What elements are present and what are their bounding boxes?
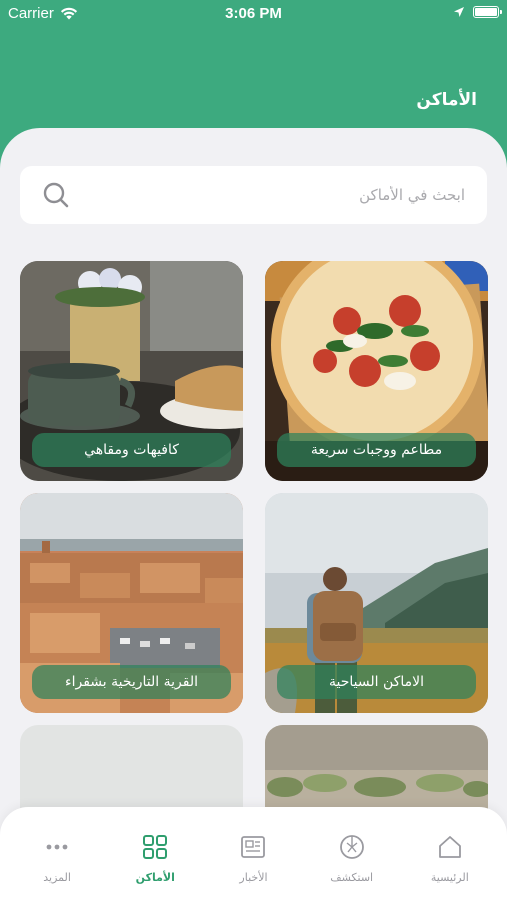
search-input[interactable]: [84, 186, 465, 204]
category-label: مطاعم ووجبات سريعة: [277, 433, 476, 467]
tab-bar: الرئيسية استكشف الأخبار الأماكن المزيد: [0, 807, 507, 900]
explore-icon: [338, 833, 366, 861]
tab-more[interactable]: المزيد: [12, 807, 102, 900]
battery-icon: [473, 6, 502, 18]
main-content: مطاعم ووجبات سريعة كافيهات وم: [0, 128, 507, 900]
tab-places[interactable]: الأماكن: [110, 807, 200, 900]
tab-label: الرئيسية: [430, 871, 469, 884]
category-card-tourist-places[interactable]: الاماكن السياحية: [265, 493, 488, 713]
category-label: الاماكن السياحية: [277, 665, 476, 699]
search-bar[interactable]: [20, 166, 487, 224]
category-card-restaurants[interactable]: مطاعم ووجبات سريعة: [265, 261, 488, 481]
category-label: كافيهات ومقاهي: [32, 433, 231, 467]
location-arrow-icon: [454, 7, 464, 17]
news-icon: [239, 833, 267, 861]
more-icon: [43, 833, 71, 861]
tab-home[interactable]: الرئيسية: [405, 807, 495, 900]
page-title: الأماكن: [416, 90, 477, 110]
tab-label: الأخبار: [239, 871, 268, 884]
status-bar: Carrier 3:06 PM: [0, 0, 507, 30]
tab-label: الأماكن: [135, 871, 175, 884]
category-card-cafes[interactable]: كافيهات ومقاهي: [20, 261, 243, 481]
category-label: القرية التاريخية بشقراء: [32, 665, 231, 699]
category-card-historic-village[interactable]: القرية التاريخية بشقراء: [20, 493, 243, 713]
clock: 3:06 PM: [225, 5, 282, 22]
tab-news[interactable]: الأخبار: [208, 807, 298, 900]
home-icon: [436, 833, 464, 861]
tab-label: استكشف: [330, 871, 374, 884]
search-icon[interactable]: [42, 181, 70, 209]
tab-explore[interactable]: استكشف: [307, 807, 397, 900]
grid-icon: [141, 833, 169, 861]
tab-label: المزيد: [43, 871, 71, 884]
